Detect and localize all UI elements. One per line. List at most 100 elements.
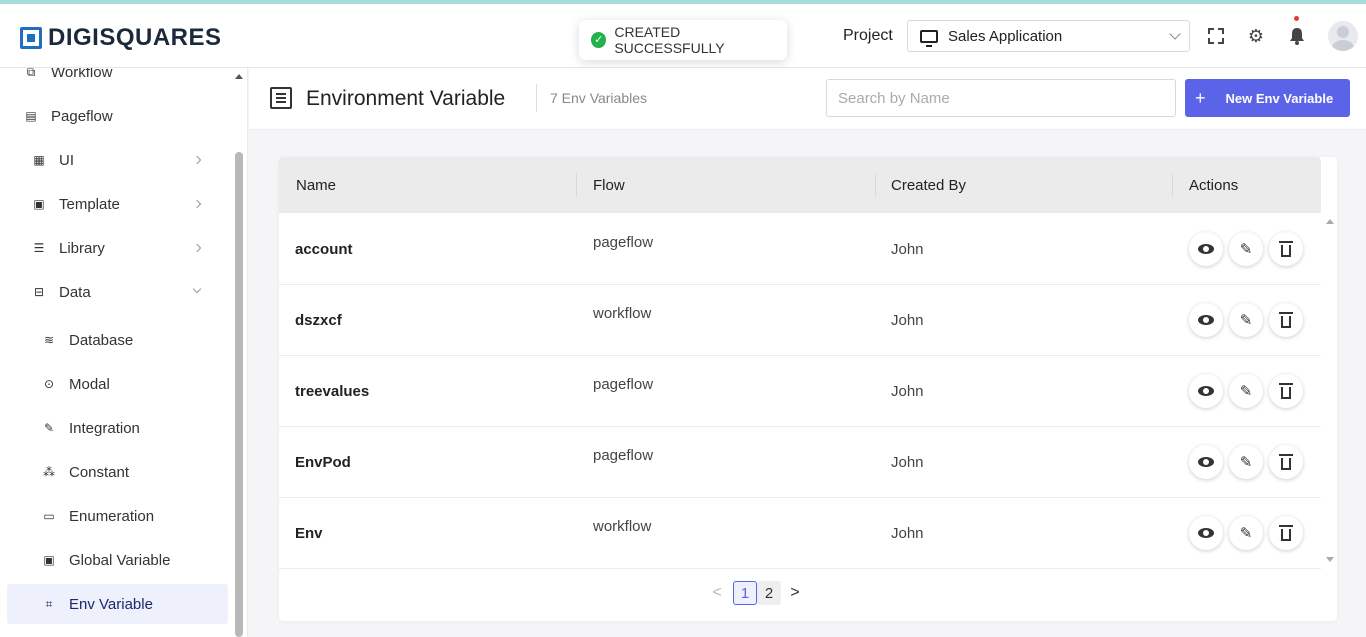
brand-name: DIGISQUARES: [48, 24, 222, 51]
sidebar-item-modal[interactable]: ⊙ Modal: [42, 372, 110, 396]
sidebar-item-data[interactable]: ⊟ Data: [32, 280, 91, 304]
page-title: Environment Variable: [306, 87, 506, 110]
table-scroll-up-arrow[interactable]: [1326, 219, 1334, 224]
sidebar-item-env-variable[interactable]: ⌗ Env Variable: [42, 592, 153, 616]
monitor-icon: [920, 29, 938, 47]
eye-icon: [1198, 244, 1214, 254]
view-button[interactable]: [1189, 516, 1223, 550]
pagination-page-2[interactable]: 2: [757, 581, 781, 605]
sidebar-item-pageflow[interactable]: ▤ Pageflow: [24, 104, 112, 128]
sidebar-scrollbar[interactable]: [235, 152, 243, 637]
cell-created-by: John: [891, 525, 924, 542]
gear-icon[interactable]: ⚙: [1246, 26, 1266, 46]
edit-button[interactable]: ✎: [1229, 374, 1263, 408]
sidebar-item-ui[interactable]: ▦ UI: [32, 148, 74, 172]
table-row[interactable]: Env workflow John ✎: [279, 498, 1321, 569]
sidebar: ⧉ Workflow ▤ Pageflow ▦ UI ▣ Template ☰ …: [0, 68, 248, 637]
chevron-right-icon: [192, 155, 202, 165]
eye-icon: [1198, 457, 1214, 467]
trash-icon: [1279, 240, 1293, 257]
eye-icon: [1198, 386, 1214, 396]
project-label: Project: [843, 27, 893, 44]
cell-created-by: John: [891, 241, 924, 258]
plus-icon: +: [1195, 87, 1206, 108]
view-button[interactable]: [1189, 374, 1223, 408]
pencil-icon: ✎: [1239, 454, 1253, 471]
sidebar-item-label: Library: [59, 239, 105, 257]
sidebar-item-label: Env Variable: [69, 595, 153, 613]
edit-button[interactable]: ✎: [1229, 303, 1263, 337]
delete-button[interactable]: [1269, 232, 1303, 266]
sidebar-item-label: Global Variable: [69, 551, 171, 569]
new-env-variable-button[interactable]: + New Env Variable: [1185, 79, 1350, 117]
title-divider: [536, 84, 537, 112]
user-avatar[interactable]: [1328, 21, 1358, 51]
column-header-created-by[interactable]: Created By: [891, 177, 966, 194]
sidebar-item-workflow[interactable]: ⧉ Workflow: [24, 68, 113, 84]
edit-button[interactable]: ✎: [1229, 232, 1263, 266]
column-header-name[interactable]: Name: [296, 177, 336, 194]
delete-button[interactable]: [1269, 303, 1303, 337]
edit-button[interactable]: ✎: [1229, 445, 1263, 479]
sidebar-item-constant[interactable]: ⁂ Constant: [42, 460, 129, 484]
sidebar-item-global-variable[interactable]: ▣ Global Variable: [42, 548, 170, 572]
env-variable-icon: [270, 87, 292, 109]
delete-button[interactable]: [1269, 374, 1303, 408]
brand-logo[interactable]: DIGISQUARES: [20, 24, 222, 52]
fullscreen-icon[interactable]: [1206, 26, 1226, 46]
table-row[interactable]: dszxcf workflow John ✎: [279, 285, 1321, 356]
sidebar-item-template[interactable]: ▣ Template: [32, 192, 120, 216]
sidebar-item-label: Workflow: [51, 68, 113, 81]
view-button[interactable]: [1189, 303, 1223, 337]
app-header: DIGISQUARES ✓ CREATED SUCCESSFULLY Proje…: [0, 4, 1366, 68]
workflow-icon: ⧉: [26, 68, 36, 79]
cell-flow: pageflow: [593, 447, 654, 464]
cell-created-by: John: [891, 383, 924, 400]
pagination-prev[interactable]: <: [711, 584, 723, 602]
edit-button[interactable]: ✎: [1229, 516, 1263, 550]
column-header-flow[interactable]: Flow: [593, 177, 625, 194]
delete-button[interactable]: [1269, 445, 1303, 479]
trash-icon: [1279, 311, 1293, 328]
bell-icon[interactable]: [1287, 26, 1307, 46]
success-toast: ✓ CREATED SUCCESSFULLY: [579, 20, 787, 60]
chevron-down-icon: [192, 284, 202, 294]
pagination-next[interactable]: >: [789, 584, 801, 602]
sidebar-scroll-up-arrow[interactable]: [235, 74, 243, 79]
sidebar-item-label: Integration: [69, 419, 140, 437]
view-button[interactable]: [1189, 232, 1223, 266]
cell-name: account: [295, 241, 353, 258]
table-row[interactable]: account pageflow John ✎: [279, 214, 1321, 285]
pencil-icon: ✎: [1239, 241, 1253, 258]
sidebar-item-label: Modal: [69, 375, 110, 393]
project-select-value: Sales Application: [948, 27, 1063, 45]
cell-created-by: John: [891, 312, 924, 329]
cell-created-by: John: [891, 454, 924, 471]
logo-mark-icon: [20, 27, 42, 49]
global-variable-icon: ▣: [43, 553, 55, 567]
view-button[interactable]: [1189, 445, 1223, 479]
search-input[interactable]: [826, 79, 1176, 117]
notification-dot: [1294, 16, 1299, 21]
cell-flow: pageflow: [593, 376, 654, 393]
sidebar-item-label: Constant: [69, 463, 130, 481]
chevron-right-icon: [192, 243, 202, 253]
new-env-variable-label: New Env Variable: [1225, 90, 1334, 106]
sidebar-item-library[interactable]: ☰ Library: [32, 236, 105, 260]
check-circle-icon: ✓: [591, 32, 607, 48]
table-row[interactable]: EnvPod pageflow John ✎: [279, 427, 1321, 498]
sidebar-item-enumeration[interactable]: ▭ Enumeration: [42, 504, 154, 528]
sidebar-item-integration[interactable]: ✎ Integration: [42, 416, 140, 440]
database-icon: ≋: [43, 333, 55, 347]
pagination-page-1[interactable]: 1: [733, 581, 757, 605]
env-variable-count: 7 Env Variables: [550, 90, 648, 106]
table-row[interactable]: treevalues pageflow John ✎: [279, 356, 1321, 427]
cell-flow: workflow: [593, 518, 652, 535]
pencil-icon: ✎: [1239, 383, 1253, 400]
table-scroll-down-arrow[interactable]: [1326, 557, 1334, 562]
trash-icon: [1279, 453, 1293, 470]
delete-button[interactable]: [1269, 516, 1303, 550]
sidebar-item-database[interactable]: ≋ Database: [42, 328, 133, 352]
project-select[interactable]: Sales Application: [907, 20, 1190, 52]
cell-name: treevalues: [295, 383, 370, 400]
